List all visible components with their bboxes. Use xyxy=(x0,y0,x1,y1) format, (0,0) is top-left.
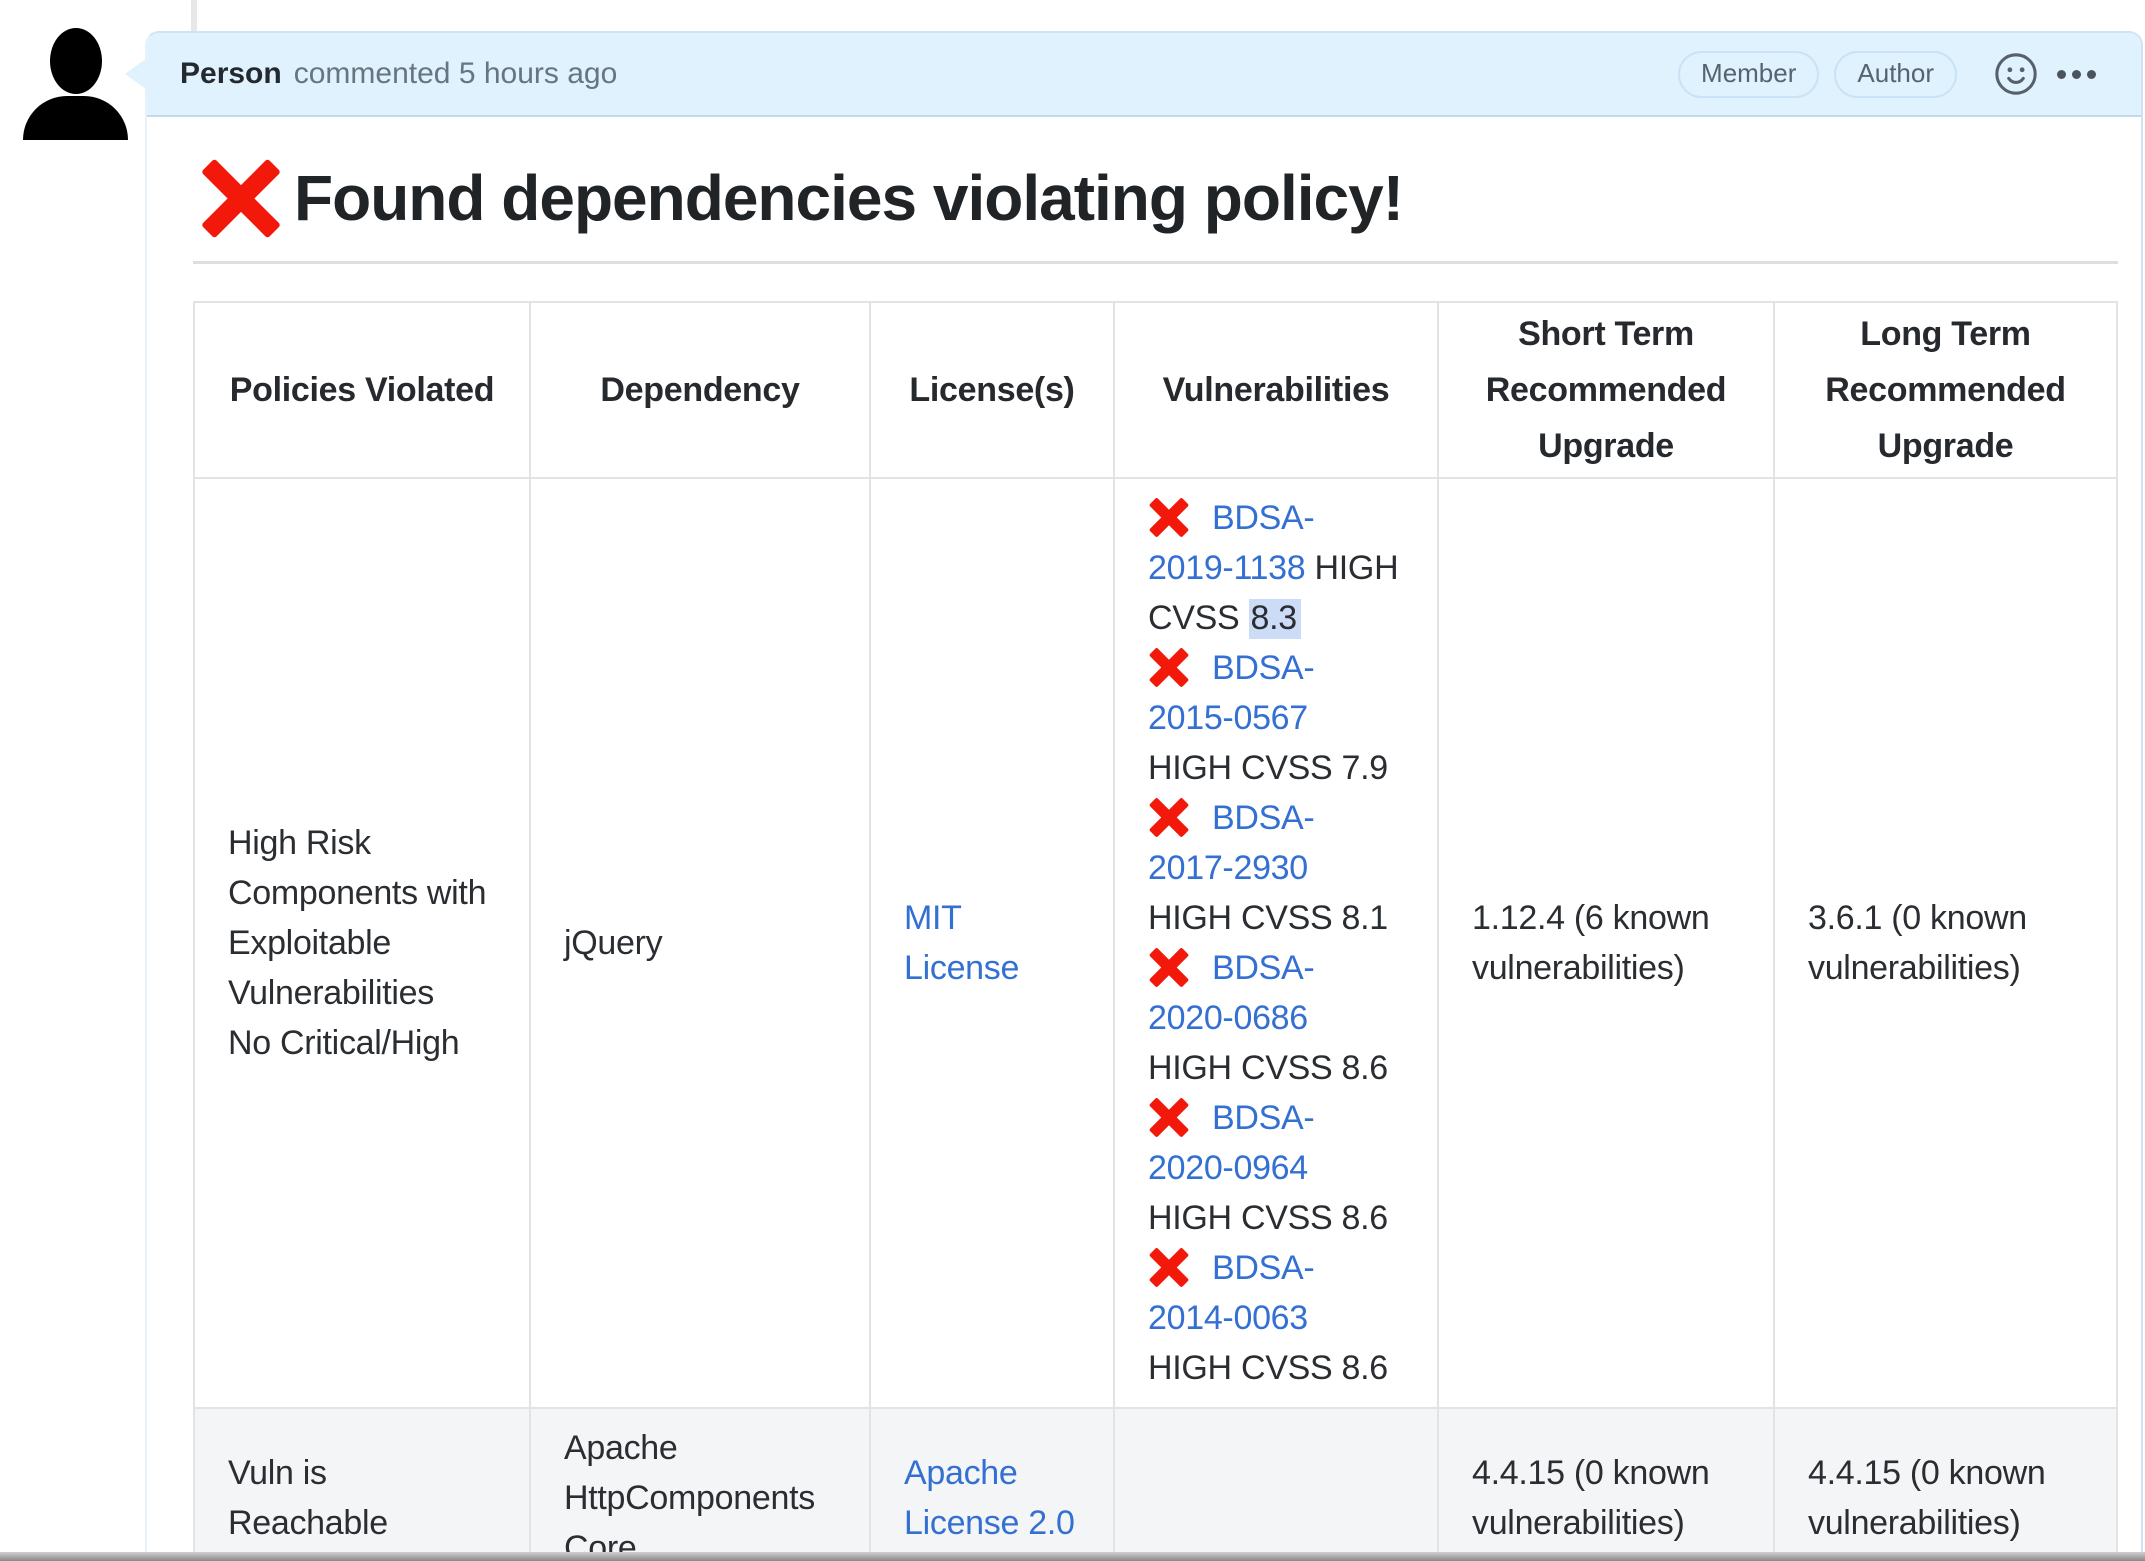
vulnerability-severity: HIGH CVSS 8.6 xyxy=(1148,1349,1388,1387)
license-link[interactable]: ApacheLicense 2.0 xyxy=(904,1448,1075,1548)
cell-dependency: jQuery xyxy=(530,478,870,1408)
cell-policies: Vuln is Reachable xyxy=(194,1408,530,1561)
heading-row: Found dependencies violating policy! xyxy=(193,157,2116,239)
vulnerability-entry: BDSA-2020-0964HIGH CVSS 8.6 xyxy=(1148,1093,1425,1243)
table-row: Vuln is Reachable Apache HttpComponents … xyxy=(194,1408,2117,1561)
red-x-icon xyxy=(1148,796,1190,838)
smiley-icon xyxy=(1993,51,2039,97)
red-x-icon xyxy=(1148,646,1190,688)
comment-timestamp: commented 5 hours ago xyxy=(294,57,618,91)
member-badge: Member xyxy=(1678,51,1819,98)
col-header-licenses: License(s) xyxy=(870,302,1114,478)
more-options-button[interactable] xyxy=(2051,70,2096,79)
cell-long-term-upgrade: 3.6.1 (0 known vulnerabilities) xyxy=(1774,478,2117,1408)
window-edge-bar xyxy=(0,1552,2145,1561)
cell-licenses: MITLicense xyxy=(870,478,1114,1408)
red-x-icon xyxy=(200,157,282,239)
comment-caret xyxy=(125,58,147,90)
col-header-short-term: Short Term Recommended Upgrade xyxy=(1438,302,1774,478)
add-reaction-button[interactable] xyxy=(1993,51,2039,97)
red-x-icon xyxy=(1148,1246,1190,1288)
red-x-icon xyxy=(1148,946,1190,988)
vulnerability-entry: BDSA-2019-1138 HIGHCVSS 8.3 xyxy=(1148,493,1425,643)
vulnerability-severity: HIGH CVSS 7.9 xyxy=(1148,749,1388,787)
heading-rule xyxy=(193,261,2118,264)
comment-body: Found dependencies violating policy! Pol… xyxy=(147,157,2141,1561)
policy-violations-table: Policies Violated Dependency License(s) … xyxy=(193,301,2118,1561)
cell-short-term-upgrade: 4.4.15 (0 known vulnerabilities) xyxy=(1438,1408,1774,1561)
cell-short-term-upgrade: 1.12.4 (6 known vulnerabilities) xyxy=(1438,478,1774,1408)
comment-header: Person commented 5 hours ago Member Auth… xyxy=(147,33,2141,117)
author-badge: Author xyxy=(1834,51,1957,98)
cell-dependency: Apache HttpComponents Core xyxy=(530,1408,870,1561)
red-x-icon xyxy=(1148,496,1190,538)
table-header-row: Policies Violated Dependency License(s) … xyxy=(194,302,2117,478)
cell-licenses: ApacheLicense 2.0 xyxy=(870,1408,1114,1561)
cvss-score-highlighted: 8.3 xyxy=(1249,599,1301,639)
policy-name: No Critical/High xyxy=(228,1018,494,1068)
red-x-icon xyxy=(1148,1096,1190,1138)
col-header-long-term: Long Term Recommended Upgrade xyxy=(1774,302,2117,478)
avatar-torso xyxy=(23,96,128,140)
page-heading: Found dependencies violating policy! xyxy=(294,161,1403,235)
policy-name: High Risk Components with Exploitable Vu… xyxy=(228,818,494,1018)
cell-vulnerabilities xyxy=(1114,1408,1438,1561)
cell-vulnerabilities: BDSA-2019-1138 HIGHCVSS 8.3BDSA-2015-056… xyxy=(1114,478,1438,1408)
policy-name: Vuln is Reachable xyxy=(228,1448,494,1548)
comment-author[interactable]: Person xyxy=(180,57,282,91)
col-header-dependency: Dependency xyxy=(530,302,870,478)
vulnerability-severity: HIGH CVSS 8.1 xyxy=(1148,899,1388,937)
vulnerability-entry: BDSA-2015-0567HIGH CVSS 7.9 xyxy=(1148,643,1425,793)
timeline-line xyxy=(191,0,197,31)
vulnerability-severity: HIGH CVSS 8.6 xyxy=(1148,1049,1388,1087)
table-row: High Risk Components with Exploitable Vu… xyxy=(194,478,2117,1408)
col-header-vulnerabilities: Vulnerabilities xyxy=(1114,302,1438,478)
cell-long-term-upgrade: 4.4.15 (0 known vulnerabilities) xyxy=(1774,1408,2117,1561)
col-header-policies: Policies Violated xyxy=(194,302,530,478)
avatar[interactable] xyxy=(20,26,130,140)
vulnerability-entry: BDSA-2020-0686HIGH CVSS 8.6 xyxy=(1148,943,1425,1093)
comment-box: Person commented 5 hours ago Member Auth… xyxy=(145,31,2143,1561)
cell-policies: High Risk Components with Exploitable Vu… xyxy=(194,478,530,1408)
license-link[interactable]: MITLicense xyxy=(904,893,1019,993)
avatar-head xyxy=(50,28,102,94)
vulnerability-entry: BDSA-2014-0063HIGH CVSS 8.6 xyxy=(1148,1243,1425,1393)
vulnerability-severity: HIGH CVSS 8.6 xyxy=(1148,1199,1388,1237)
vulnerability-entry: BDSA-2017-2930HIGH CVSS 8.1 xyxy=(1148,793,1425,943)
